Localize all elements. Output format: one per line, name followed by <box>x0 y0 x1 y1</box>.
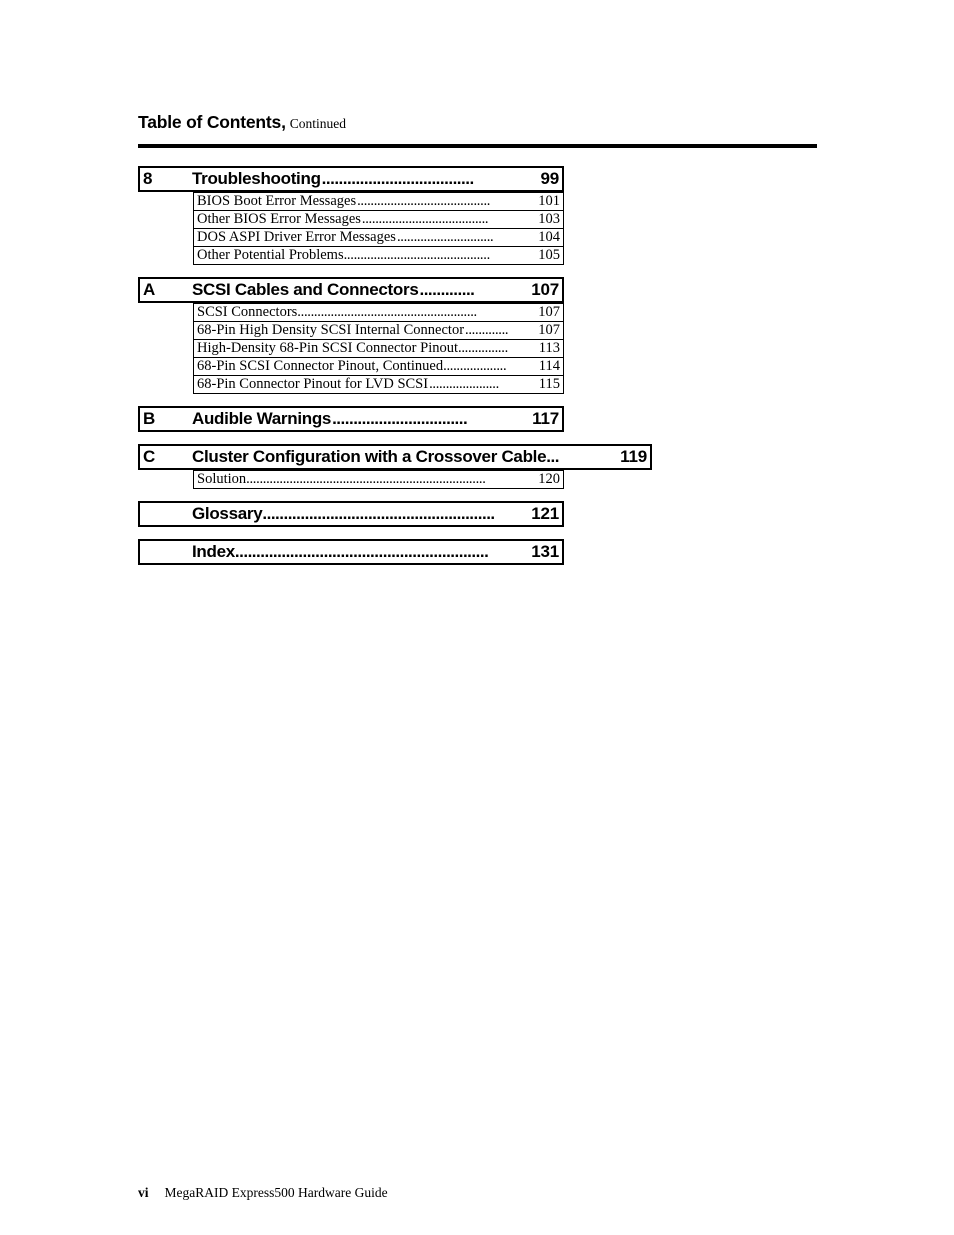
toc-chapter-page-number: 99 <box>540 169 559 188</box>
toc-subentry-row[interactable]: SCSI Connectors.........................… <box>193 303 564 322</box>
toc-group: C Cluster Configuration with a Crossover … <box>138 444 818 489</box>
toc-subentry-list: Solution................................… <box>193 470 564 489</box>
toc-chapter-title: Index <box>192 542 235 561</box>
toc-chapter-number: C <box>143 447 156 466</box>
toc-subentry-row[interactable]: 68-Pin Connector Pinout for LVD SCSI....… <box>193 375 564 394</box>
toc-leader-dots: ........................................… <box>262 504 495 523</box>
toc-subentry-leader-dots: ........................................… <box>297 304 477 320</box>
toc-leader-dots: ... <box>546 447 559 466</box>
toc-leader-dots: .................................... <box>321 169 475 188</box>
toc-subentry-leader-dots: ................... <box>443 358 507 374</box>
toc-subentry-leader-dots: ............................. <box>396 229 494 245</box>
toc-subentry-list: BIOS Boot Error Messages................… <box>193 192 564 265</box>
toc-subentry-title: 68-Pin Connector Pinout for LVD SCSI <box>197 376 429 392</box>
toc-subentry-leader-dots: ...................................... <box>361 211 489 227</box>
toc-leader-dots: ................................ <box>332 409 468 428</box>
toc-subentry-row[interactable]: Other Potential Problems................… <box>193 246 564 265</box>
toc-subentry-row[interactable]: 68-Pin High Density SCSI Internal Connec… <box>193 321 564 340</box>
page-header: Table of Contents, Continued <box>138 112 817 148</box>
toc-chapter-title: Troubleshooting <box>192 169 321 188</box>
toc-subentry-title: SCSI Connectors <box>197 304 298 320</box>
toc-subentry-page-number: 105 <box>538 247 560 263</box>
toc-chapter-title: Glossary <box>192 504 263 523</box>
header-divider <box>138 144 817 148</box>
toc-chapter-row[interactable]: 8 Troubleshooting........................… <box>138 166 564 192</box>
toc-group: Glossary................................… <box>138 501 818 527</box>
toc-subentry-page-number: 103 <box>538 211 560 227</box>
toc-chapter-page-number: 117 <box>532 409 559 428</box>
toc-group: 8 Troubleshooting........................… <box>138 166 818 265</box>
page-footer: vi MegaRAID Express500 Hardware Guide <box>138 1185 388 1201</box>
toc-subentry-page-number: 101 <box>538 193 560 209</box>
toc-subentry-page-number: 114 <box>538 358 560 374</box>
toc-leader-dots: ............. <box>419 280 475 299</box>
toc-group: Index...................................… <box>138 539 818 565</box>
toc-subentry-page-number: 113 <box>538 340 560 356</box>
toc-chapter-number: 8 <box>143 169 153 188</box>
toc-subentry-leader-dots: ........................................… <box>246 471 486 487</box>
toc-subentry-title: BIOS Boot Error Messages <box>197 193 357 209</box>
toc-subentry-page-number: 104 <box>538 229 560 245</box>
toc-chapter-row[interactable]: B Audible Warnings.......................… <box>138 406 564 432</box>
page-title: Table of Contents, <box>138 112 286 132</box>
toc-chapter-number: B <box>143 409 156 428</box>
toc-subentry-row[interactable]: 68-Pin SCSI Connector Pinout, Continued.… <box>193 357 564 376</box>
toc-leader-dots: ........................................… <box>234 542 489 561</box>
toc-subentry-title: DOS ASPI Driver Error Messages <box>197 229 396 245</box>
toc-subentry-row[interactable]: BIOS Boot Error Messages................… <box>193 192 564 211</box>
toc-subentry-leader-dots: ........................................ <box>357 193 491 209</box>
toc-chapter-page-number: 107 <box>531 280 559 299</box>
toc-subentry-leader-dots: ........................................… <box>343 247 491 263</box>
toc-subentry-leader-dots: ..................... <box>429 376 499 392</box>
page-header-line: Table of Contents, Continued <box>138 112 817 138</box>
toc-subentry-leader-dots: ............... <box>458 340 508 356</box>
toc-chapter-row[interactable]: Index...................................… <box>138 539 564 565</box>
page-title-continued-label: Continued <box>289 116 346 131</box>
toc-subentry-row[interactable]: Other BIOS Error Messages...............… <box>193 210 564 229</box>
toc-chapter-page-number: 121 <box>531 504 559 523</box>
footer-document-title: MegaRAID Express500 Hardware Guide <box>164 1185 388 1200</box>
toc-subentry-row[interactable]: High-Density 68-Pin SCSI Connector Pinou… <box>193 339 564 358</box>
toc-subentry-title: High-Density 68-Pin SCSI Connector Pinou… <box>197 340 459 356</box>
toc-subentry-leader-dots: ............. <box>465 322 509 338</box>
toc-subentry-page-number: 107 <box>538 322 560 338</box>
toc-chapter-number: A <box>143 280 156 299</box>
toc-subentry-title: Other Potential Problems <box>197 247 344 263</box>
toc-group: A SCSI Cables and Connectors.............… <box>138 277 818 394</box>
toc-subentry-title: Other BIOS Error Messages <box>197 211 361 227</box>
toc-chapter-row[interactable]: A SCSI Cables and Connectors.............… <box>138 277 564 303</box>
toc-subentry-list: SCSI Connectors.........................… <box>193 303 564 394</box>
toc-group: B Audible Warnings.......................… <box>138 406 818 432</box>
footer-page-number: vi <box>138 1185 149 1200</box>
toc-chapter-page-number: 131 <box>531 542 559 561</box>
toc-subentry-row[interactable]: DOS ASPI Driver Error Messages..........… <box>193 228 564 247</box>
toc-chapter-row[interactable]: Glossary................................… <box>138 501 564 527</box>
table-of-contents: 8 Troubleshooting........................… <box>138 166 818 565</box>
toc-subentry-title: 68-Pin High Density SCSI Internal Connec… <box>197 322 465 338</box>
toc-chapter-title: Audible Warnings <box>192 409 332 428</box>
toc-subentry-page-number: 120 <box>538 471 560 487</box>
toc-subentry-title: Solution <box>197 471 247 487</box>
toc-chapter-title: Cluster Configuration with a Crossover C… <box>192 447 547 466</box>
toc-subentry-title: 68-Pin SCSI Connector Pinout, Continued <box>197 358 444 374</box>
toc-subentry-row[interactable]: Solution................................… <box>193 470 564 489</box>
toc-chapter-page-number: 119 <box>620 447 647 466</box>
toc-chapter-title: SCSI Cables and Connectors <box>192 280 419 299</box>
toc-subentry-page-number: 115 <box>538 376 560 392</box>
toc-subentry-page-number: 107 <box>538 304 560 320</box>
toc-chapter-row[interactable]: C Cluster Configuration with a Crossover … <box>138 444 652 470</box>
